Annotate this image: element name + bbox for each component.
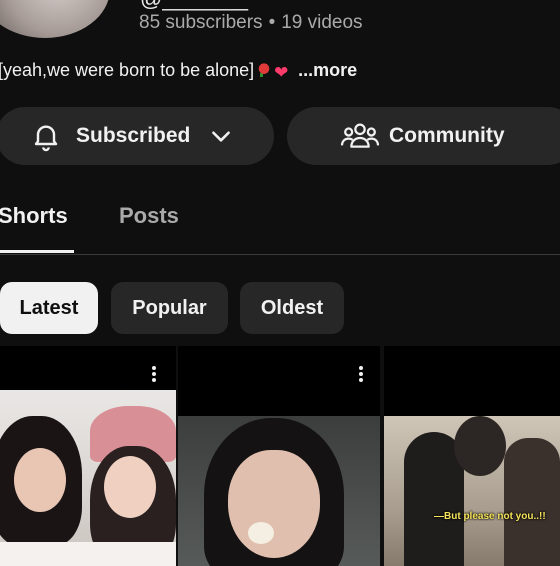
bio-more-link[interactable]: ...more	[298, 60, 357, 80]
subscriber-count: 85 subscribers	[139, 12, 263, 33]
channel-handle: @_______	[140, 0, 248, 12]
chip-popular[interactable]: Popular	[111, 282, 228, 334]
subscribed-button[interactable]: Subscribed	[0, 107, 274, 165]
thumbnail-art	[454, 416, 506, 476]
channel-description[interactable]: [yeah,we were born to be alone] ❤ ...more	[0, 60, 357, 81]
rose-emoji-icon	[256, 63, 273, 77]
tabs-divider	[0, 254, 560, 255]
tab-shorts[interactable]: Shorts	[0, 203, 68, 229]
stats-separator: •	[268, 12, 276, 33]
active-tab-indicator	[0, 250, 74, 253]
video-count: 19 videos	[281, 12, 363, 33]
thumbnail-art	[104, 456, 156, 518]
thumbnail-art	[504, 438, 560, 566]
chip-oldest[interactable]: Oldest	[240, 282, 344, 334]
tab-posts[interactable]: Posts	[119, 203, 179, 229]
thumbnail-art	[228, 450, 320, 558]
thumbnail-art	[248, 522, 274, 544]
thumbnail-art	[0, 542, 176, 566]
bio-text: [yeah,we were born to be alone]	[0, 60, 255, 80]
short-thumbnail[interactable]: —But please not you..!!	[384, 346, 560, 566]
people-icon	[340, 120, 380, 152]
community-button[interactable]: Community	[287, 107, 560, 165]
short-caption: —But please not you..!!	[434, 511, 546, 522]
chevron-down-icon	[208, 123, 234, 149]
channel-stats: 85 subscribers • 19 videos	[139, 12, 363, 34]
community-label: Community	[389, 124, 505, 147]
short-thumbnail[interactable]	[0, 346, 176, 566]
chip-latest[interactable]: Latest	[0, 282, 98, 334]
channel-avatar[interactable]	[0, 0, 110, 38]
thumbnail-art	[14, 448, 66, 512]
short-thumbnail[interactable]	[178, 346, 380, 566]
more-vert-icon[interactable]	[358, 364, 364, 384]
broken-heart-emoji-icon: ❤	[274, 63, 289, 82]
more-vert-icon[interactable]	[151, 364, 157, 384]
bell-icon	[30, 120, 62, 152]
subscribed-label: Subscribed	[76, 124, 191, 147]
